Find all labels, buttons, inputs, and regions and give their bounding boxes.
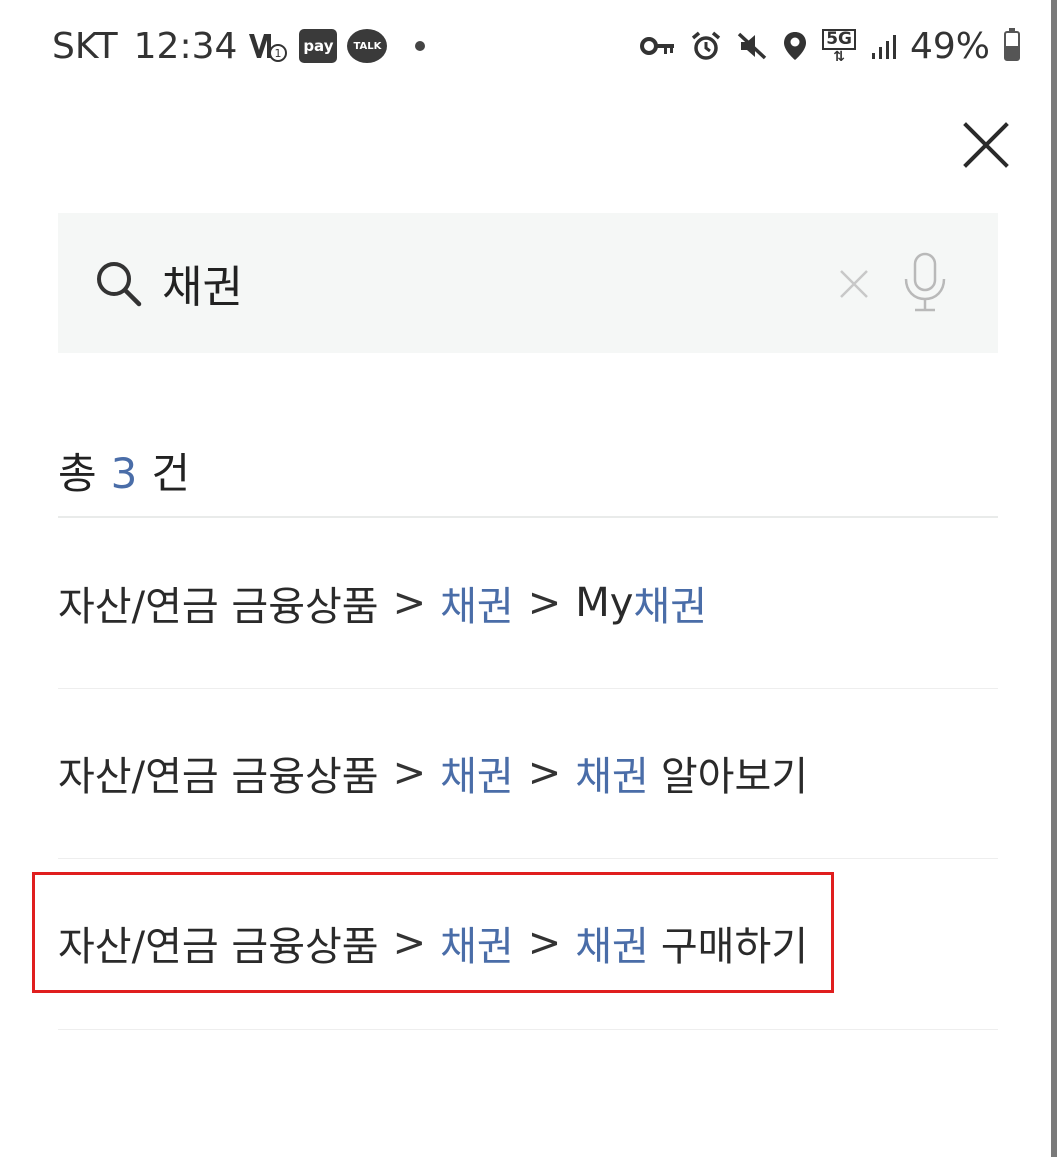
result-level2-highlight: 채권 xyxy=(440,584,514,630)
dot-icon xyxy=(415,41,426,51)
result-level2-highlight: 채권 xyxy=(440,754,514,800)
result-count-prefix: 총 xyxy=(58,449,97,498)
battery-icon xyxy=(1004,28,1020,61)
location-icon xyxy=(782,30,808,62)
result-keyword-highlight: 채권 xyxy=(633,584,708,630)
mute-icon xyxy=(736,30,768,62)
result-count-suffix: 건 xyxy=(151,449,191,498)
breadcrumb-separator: > xyxy=(527,920,562,966)
result-category: 자산/연금 금융상품 xyxy=(58,924,379,970)
divider xyxy=(58,688,998,689)
volte-icon: 1 xyxy=(247,28,289,64)
search-icon xyxy=(94,259,144,309)
breadcrumb-separator: > xyxy=(527,580,562,626)
screen-edge xyxy=(1051,0,1057,1157)
status-bar-right: 5G ⇅ 49% xyxy=(640,24,1020,68)
breadcrumb-separator: > xyxy=(392,580,427,626)
clear-button[interactable] xyxy=(838,268,870,300)
status-bar: SKT 12:34 1 pay TALK 5G ⇅ 49% xyxy=(0,0,1050,92)
carrier-label: SKT xyxy=(52,25,118,67)
clock: 12:34 xyxy=(133,25,238,67)
breadcrumb-separator: > xyxy=(392,920,427,966)
result-category: 자산/연금 금융상품 xyxy=(58,754,379,800)
mic-icon xyxy=(904,252,946,312)
result-category: 자산/연금 금융상품 xyxy=(58,584,379,630)
result-title-suffix: 알아보기 xyxy=(660,754,809,800)
svg-text:1: 1 xyxy=(275,47,282,60)
battery-percent: 49% xyxy=(909,25,990,67)
search-screen: SKT 12:34 1 pay TALK 5G ⇅ 49% 채권 총 3 건 자… xyxy=(0,0,1057,1157)
search-input[interactable] xyxy=(162,253,812,313)
search-result-item[interactable]: 자산/연금 금융상품 > 채권 > My 채권 xyxy=(58,528,998,678)
kakaotalk-icon: TALK xyxy=(347,29,388,63)
search-result-item[interactable]: 자산/연금 금융상품 > 채권 > 채권 구매하기 xyxy=(58,868,998,1018)
result-count: 총 3 건 xyxy=(58,440,190,501)
pay-icon: pay xyxy=(299,29,338,63)
result-title-suffix: 구매하기 xyxy=(660,924,809,970)
breadcrumb-separator: > xyxy=(527,750,562,796)
search-bar xyxy=(58,213,998,353)
search-result-item[interactable]: 자산/연금 금융상품 > 채권 > 채권 알아보기 xyxy=(58,698,998,848)
5g-icon: 5G ⇅ xyxy=(822,28,856,64)
status-bar-left: SKT 12:34 1 pay TALK xyxy=(52,24,426,68)
battery-level-fill xyxy=(1006,46,1018,59)
divider xyxy=(58,516,998,518)
signal-icon xyxy=(870,31,900,61)
close-icon xyxy=(963,122,1009,168)
result-title-prefix: My xyxy=(575,580,634,626)
divider xyxy=(58,1029,998,1030)
network-type-label: 5G xyxy=(822,28,856,50)
close-button[interactable] xyxy=(962,121,1010,169)
result-keyword-highlight: 채권 xyxy=(575,924,649,970)
clear-icon xyxy=(840,270,868,298)
divider xyxy=(58,858,998,859)
result-keyword-highlight: 채권 xyxy=(575,754,649,800)
key-icon xyxy=(640,35,676,57)
voice-search-button[interactable] xyxy=(900,251,950,315)
alarm-icon xyxy=(690,30,722,62)
result-level2-highlight: 채권 xyxy=(440,924,514,970)
result-count-number: 3 xyxy=(110,449,138,498)
breadcrumb-separator: > xyxy=(392,750,427,796)
